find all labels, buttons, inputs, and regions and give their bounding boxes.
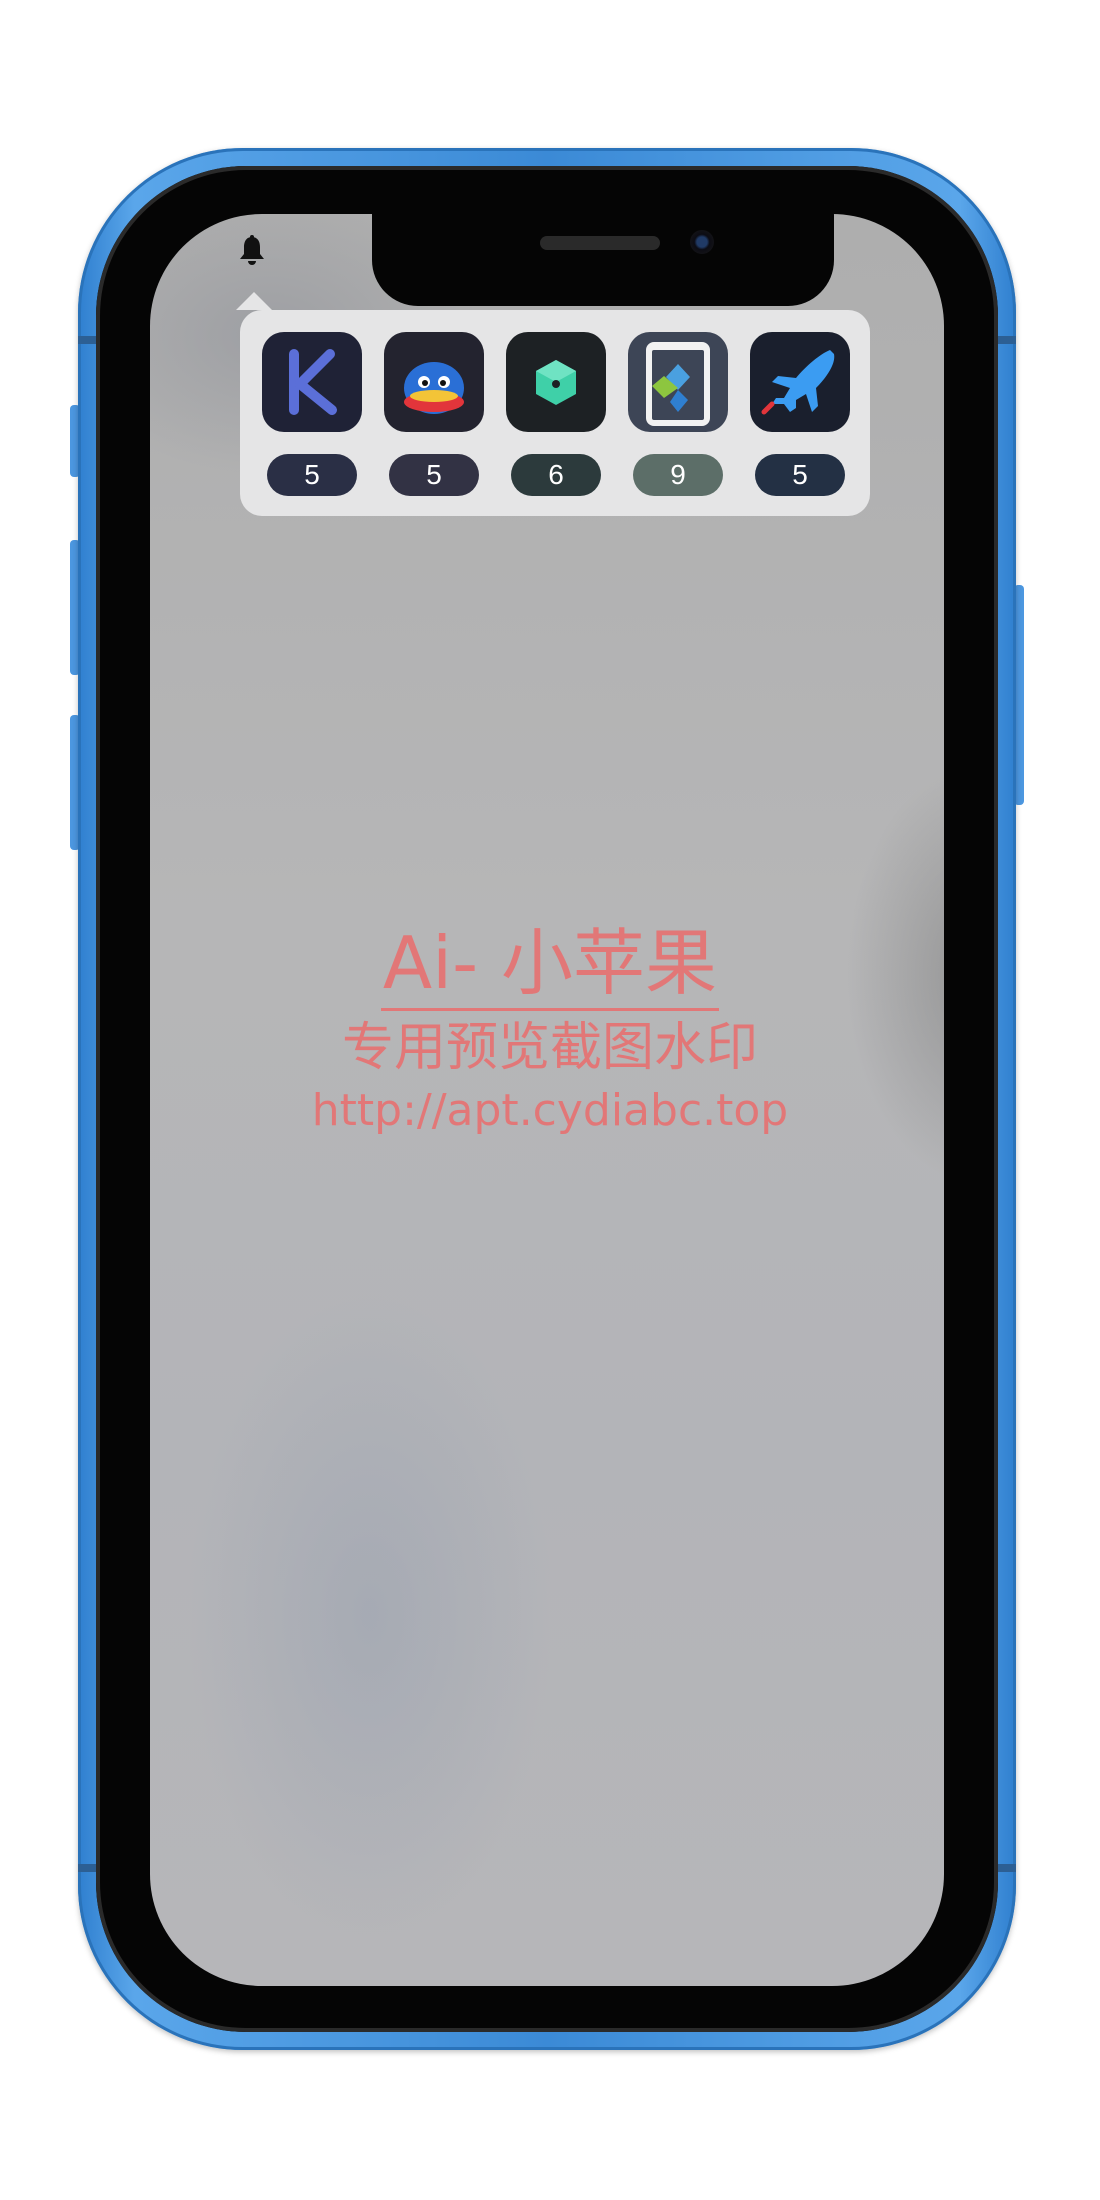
notch: [372, 214, 834, 306]
watermark: Ai- 小苹果 专用预览截图水印 http://apt.cydiabc.top: [0, 918, 1100, 1139]
watermark-title: Ai- 小苹果: [380, 918, 720, 1011]
badge-count: 5: [755, 454, 845, 496]
app-item[interactable]: 5: [384, 332, 484, 502]
k-letter-icon[interactable]: [262, 332, 362, 432]
airplane-icon[interactable]: [750, 332, 850, 432]
front-camera: [690, 230, 714, 254]
app-item[interactable]: 9: [628, 332, 728, 502]
app-item[interactable]: 5: [750, 332, 850, 502]
watermark-url: http://apt.cydiabc.top: [311, 1085, 789, 1136]
speaker-grille: [540, 236, 660, 250]
badge-count: 9: [633, 454, 723, 496]
popover-arrow: [236, 292, 272, 310]
app-item[interactable]: 5: [262, 332, 362, 502]
phone-cube-icon[interactable]: [628, 332, 728, 432]
antenna-line: [78, 336, 96, 344]
antenna-line: [998, 336, 1016, 344]
badge-count: 5: [389, 454, 479, 496]
badge-count: 6: [511, 454, 601, 496]
green-cube-icon[interactable]: [506, 332, 606, 432]
antenna-line: [998, 1864, 1016, 1872]
bell-icon[interactable]: [237, 234, 267, 266]
app-item[interactable]: 6: [506, 332, 606, 502]
app-badge-popover: 5 5 6 9 5: [240, 310, 870, 516]
watermark-subtitle: 专用预览截图水印: [341, 1018, 758, 1078]
antenna-line: [78, 1864, 96, 1872]
badge-count: 5: [267, 454, 357, 496]
qq-penguin-icon[interactable]: [384, 332, 484, 432]
